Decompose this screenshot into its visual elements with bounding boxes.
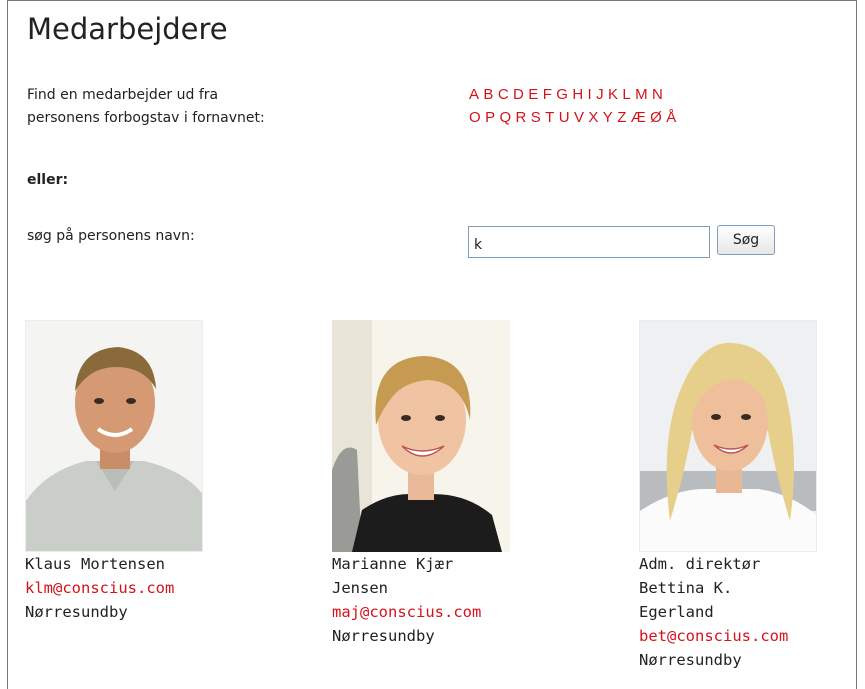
employee-name: Klaus Mortensen [25,555,165,573]
alphabet-letter-link[interactable]: Y [603,109,613,126]
alphabet-letter-link[interactable]: Ø [650,109,662,126]
alphabet-letter-link[interactable]: V [574,109,584,126]
employee-email-link[interactable]: klm@conscius.com [25,576,265,600]
alphabet-letter-link[interactable]: O [469,109,481,126]
employee-title: Adm. direktør [639,555,761,573]
alphabet-letter-link[interactable]: E [528,86,538,103]
alphabet-letter-link[interactable]: Z [617,109,626,126]
employee-info: Marianne Kjær Jensen maj@conscius.com Nø… [332,552,572,648]
alphabet-letter-link[interactable]: Æ [631,109,646,126]
or-label: eller: [27,172,69,188]
alphabet-letter-link[interactable]: X [588,109,598,126]
alphabet-letter-link[interactable]: H [572,86,583,103]
alphabet-letter-link[interactable]: F [543,86,552,103]
employee-name-continued: Egerland [639,603,714,621]
employee-card: Marianne Kjær Jensen maj@conscius.com Nø… [332,320,572,648]
intro-line-2: personens forbogstav i fornavnet: [27,110,265,126]
employee-info: Adm. direktør Bettina K. Egerland bet@co… [639,552,865,672]
alphabet-letter-link[interactable]: C [498,86,509,103]
employee-city: Nørresundby [639,651,742,669]
name-search-input[interactable] [468,226,710,258]
employee-name-continued: Jensen [332,579,388,597]
alphabet-letter-link[interactable]: S [531,109,541,126]
alphabet-letter-link[interactable]: U [559,109,570,126]
alphabet-letter-link[interactable]: A [469,86,479,103]
intro-line-1: Find en medarbejder ud fra [27,87,219,103]
alphabet-letter-link[interactable]: T [545,109,554,126]
alphabet-letter-link[interactable]: G [556,86,568,103]
alphabet-index: ABCDEFGHIJKLMN OPQRSTUVXYZÆØÅ [469,83,681,129]
alphabet-row-1: ABCDEFGHIJKLMN [469,83,681,106]
employee-city: Nørresundby [25,603,128,621]
alphabet-intro: Find en medarbejder ud fra personens for… [27,84,265,130]
alphabet-letter-link[interactable]: Å [666,109,676,126]
alphabet-letter-link[interactable]: I [588,86,592,103]
alphabet-letter-link[interactable]: D [513,86,524,103]
employee-info: Klaus Mortensen klm@conscius.com Nørresu… [25,552,265,624]
alphabet-letter-link[interactable]: P [485,109,495,126]
employee-email-link[interactable]: bet@conscius.com [639,624,865,648]
employee-card: Klaus Mortensen klm@conscius.com Nørresu… [25,320,265,624]
search-button[interactable]: Søg [717,225,775,255]
employee-name: Bettina K. [639,579,733,597]
search-label: søg på personens navn: [27,228,195,244]
employee-photo[interactable] [332,320,510,552]
employee-photo[interactable] [25,320,203,552]
page-title: Medarbejdere [27,12,228,46]
alphabet-letter-link[interactable]: J [596,86,604,103]
employee-city: Nørresundby [332,627,435,645]
employee-card: Adm. direktør Bettina K. Egerland bet@co… [639,320,865,672]
alphabet-letter-link[interactable]: Q [499,109,511,126]
alphabet-letter-link[interactable]: R [516,109,527,126]
alphabet-letter-link[interactable]: B [483,86,493,103]
alphabet-letter-link[interactable]: L [622,86,630,103]
employee-photo[interactable] [639,320,817,552]
alphabet-letter-link[interactable]: K [608,86,618,103]
alphabet-letter-link[interactable]: N [652,86,663,103]
employee-name: Marianne Kjær [332,555,454,573]
alphabet-letter-link[interactable]: M [635,86,648,103]
alphabet-row-2: OPQRSTUVXYZÆØÅ [469,106,681,129]
employee-email-link[interactable]: maj@conscius.com [332,600,572,624]
